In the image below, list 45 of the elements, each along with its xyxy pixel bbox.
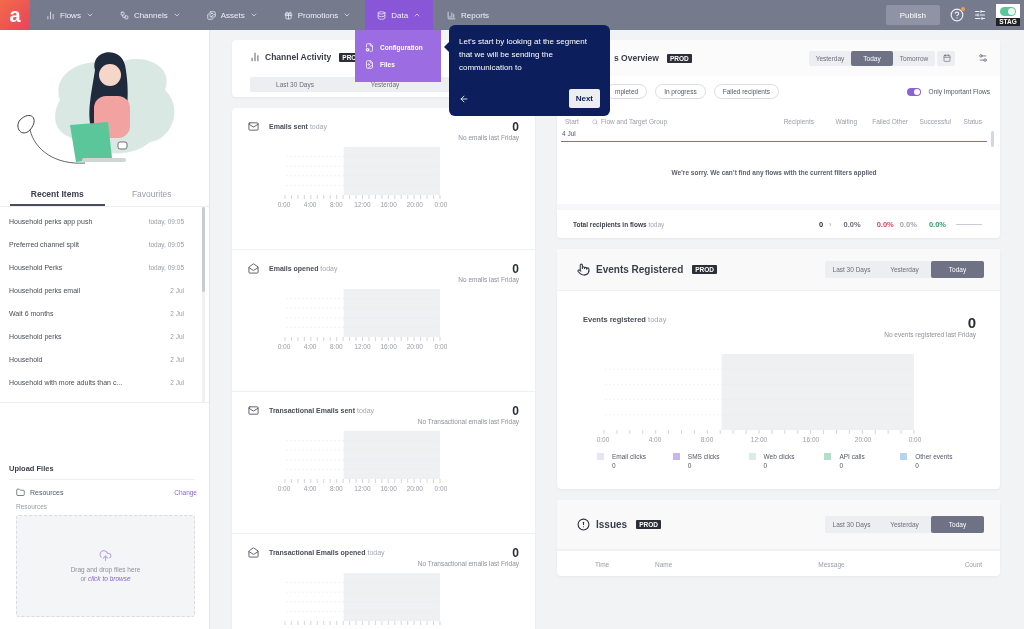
help-icon[interactable] — [950, 8, 964, 22]
app-logo[interactable]: a — [0, 0, 30, 30]
metric-count: 0 — [512, 547, 519, 559]
tour-text: Let’s start by looking at the segment that we will be sending the communication to — [459, 36, 588, 74]
card-title: Channel Activity — [265, 52, 332, 62]
metric-count: 0 — [512, 405, 519, 417]
bar-chart-icon — [250, 52, 260, 62]
mail-icon — [248, 121, 259, 132]
file-image-icon — [365, 60, 374, 69]
nav-menu-item[interactable]: Assets — [194, 0, 270, 30]
sidebar-tab[interactable]: Favourites — [104, 184, 199, 206]
workflow-icon — [119, 10, 129, 20]
open-mail-icon — [248, 263, 259, 274]
folder-icon — [16, 488, 25, 497]
nav-menu-item[interactable]: Data — [365, 0, 434, 30]
back-arrow-icon[interactable] — [459, 93, 469, 104]
metric-count: 0 — [512, 121, 519, 133]
mail-icon — [248, 405, 259, 416]
nav-menu-item[interactable]: Channels — [107, 0, 193, 30]
sidebar-tab[interactable]: Recent Items — [10, 184, 105, 206]
card-title: Events Registered — [596, 264, 684, 275]
next-button[interactable]: Next — [568, 89, 600, 108]
database-icon — [377, 10, 387, 20]
metric-count: 0 — [512, 263, 519, 275]
card-title: s Overview — [614, 53, 659, 63]
nav-menu-item[interactable]: Flows — [34, 0, 106, 30]
calendar-icon — [943, 53, 951, 62]
settings-icon[interactable] — [974, 9, 986, 21]
pill-icon — [1000, 7, 1016, 16]
bar-chart-icon — [46, 10, 55, 20]
images-icon — [206, 10, 216, 20]
metric-count: 0 — [967, 315, 976, 330]
card-title: Issues — [596, 519, 628, 530]
alert-icon — [577, 518, 590, 531]
toggle-switch[interactable] — [906, 87, 921, 96]
pointer-icon — [577, 263, 590, 276]
file-gear-icon — [365, 43, 374, 52]
publish-button[interactable]: Publish — [885, 5, 940, 25]
nav-menu-item[interactable]: Promotions — [271, 0, 364, 30]
nav-menu-item[interactable]: Reports — [435, 0, 502, 30]
filter-settings-icon[interactable] — [978, 53, 988, 63]
open-mail-icon — [248, 547, 259, 558]
gift-icon — [283, 10, 293, 20]
column-chart-icon — [447, 10, 457, 20]
cloud-upload-icon — [99, 549, 112, 562]
